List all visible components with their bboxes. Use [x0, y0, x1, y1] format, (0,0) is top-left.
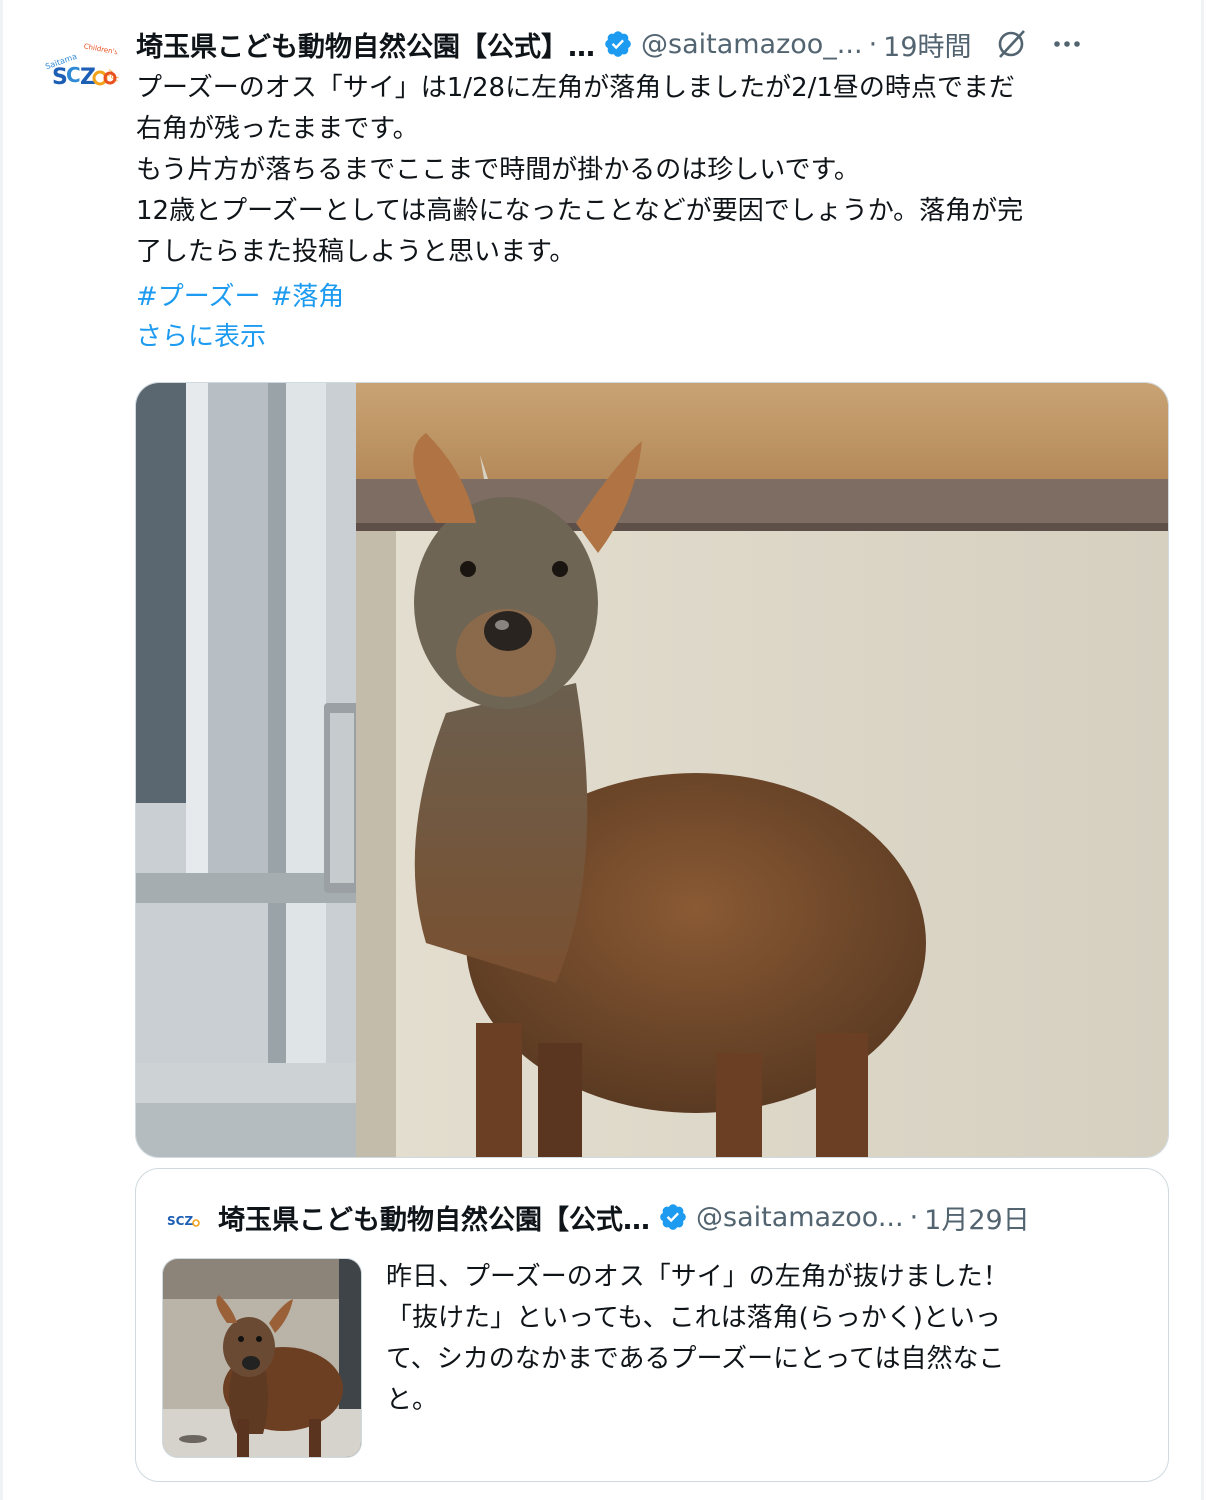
- verified-badge-icon[interactable]: [603, 29, 633, 59]
- tweet-body-line: プーズーのオス「サイ」は1/28に左角が落角しましたが2/1昼の時点でまだ: [136, 73, 1015, 103]
- author-name[interactable]: 埼玉県こども動物自然公園【公式】…: [136, 25, 595, 64]
- hashtag-link[interactable]: #プーズー: [136, 282, 261, 312]
- hashtag-list: #プーズー #落角: [136, 276, 354, 313]
- quoted-author-name[interactable]: 埼玉県こども動物自然公園【公式…: [218, 1198, 650, 1237]
- timeline-border-left: [0, 0, 3, 1500]
- separator-dot: ·: [909, 1201, 919, 1233]
- timeline-border-right: [1201, 0, 1204, 1500]
- author-handle[interactable]: @saitamazoo_...: [641, 29, 863, 60]
- pudu-photo-illustration: [136, 383, 1168, 1157]
- tweet-body-line: もう片方が落ちるまでここまで時間が掛かるのは珍しいです。: [136, 155, 860, 185]
- show-more-link[interactable]: さらに表示: [136, 316, 266, 353]
- tweet-body: プーズーのオス「サイ」は1/28に左角が落角しましたが2/1昼の時点でまだ 右角…: [136, 68, 1176, 273]
- tweet-time[interactable]: 19時間: [883, 25, 971, 64]
- svg-text:C: C: [66, 63, 81, 87]
- quoted-body-line: 昨日、プーズーのオス「サイ」の左角が抜けました！: [386, 1262, 1009, 1292]
- author-avatar[interactable]: Saitama Children's Zoo S C Z: [40, 28, 120, 108]
- quoted-author-handle[interactable]: @saitamazoo...: [696, 1202, 904, 1233]
- separator-dot: ·: [868, 28, 878, 60]
- tweet-body-line: 12歳とプーズーとしては高齢になったことなどが要因でしょうか。落角が完: [136, 196, 1024, 226]
- grok-icon[interactable]: [994, 27, 1028, 61]
- tweet-photo[interactable]: [135, 382, 1169, 1158]
- quoted-pudu-illustration: [163, 1259, 361, 1457]
- more-icon[interactable]: [1050, 27, 1084, 61]
- tweet-body-line: 右角が残ったままです。: [136, 114, 419, 144]
- quoted-author-avatar[interactable]: SCZ: [163, 1199, 203, 1239]
- quoted-tweet-body: 昨日、プーズーのオス「サイ」の左角が抜けました！ 「抜けた」といっても、これは落…: [386, 1257, 1146, 1421]
- quoted-tweet-header: 埼玉県こども動物自然公園【公式… @saitamazoo... · 1月29日: [218, 1193, 1153, 1241]
- quoted-tweet-time[interactable]: 1月29日: [924, 1198, 1030, 1237]
- quoted-body-line: と。: [386, 1385, 439, 1415]
- quoted-body-line: て、シカのなかまであるプーズーにとっては自然なこ: [386, 1344, 1005, 1374]
- hashtag-link[interactable]: #落角: [271, 282, 345, 312]
- svg-text:SCZ: SCZ: [167, 1214, 193, 1228]
- tweet-header: 埼玉県こども動物自然公園【公式】… @saitamazoo_... · 19時間: [136, 22, 1176, 66]
- quoted-photo-thumbnail[interactable]: [162, 1258, 362, 1458]
- verified-badge-icon[interactable]: [658, 1202, 688, 1232]
- quoted-body-line: 「抜けた」といっても、これは落角(らっかく)といっ: [386, 1303, 1001, 1333]
- tweet-body-line: 了したらまた投稿しようと思います。: [136, 237, 576, 267]
- quoted-tweet[interactable]: SCZ 埼玉県こども動物自然公園【公式… @saitamazoo... · 1月…: [135, 1168, 1169, 1482]
